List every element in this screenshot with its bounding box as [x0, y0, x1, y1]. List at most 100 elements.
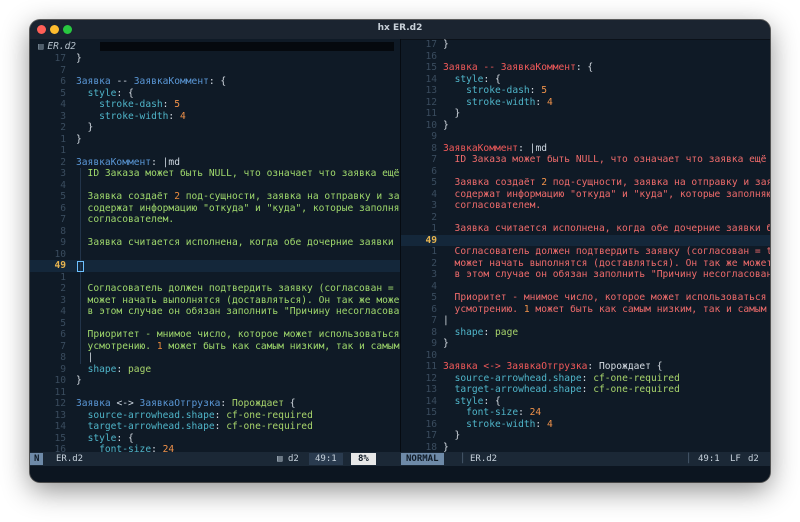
line-number: 11: [425, 108, 437, 119]
code-line[interactable]: 6 усмотрению. 1 может быть как самым низ…: [401, 304, 770, 316]
code-line[interactable]: 6 содержат информацию "откуда" и "куда",…: [30, 202, 400, 214]
code-line[interactable]: 15 style: {: [30, 433, 400, 445]
code-line[interactable]: 1}: [30, 134, 400, 146]
code-line[interactable]: 9 shape: page: [30, 364, 400, 376]
code-line[interactable]: 15 Заявка -- ЗаявкаКоммент: {: [401, 62, 770, 74]
code-line[interactable]: 10: [30, 248, 400, 260]
right-editor-pane[interactable]: 17} 16 15 Заявка -- ЗаявкаКоммент: {14 styl…: [401, 39, 770, 452]
buffer-tab-er-d2[interactable]: ▤ ER.d2: [38, 41, 76, 52]
right-code-view[interactable]: 17} 16 15 Заявка -- ЗаявкаКоммент: {14 styl…: [401, 39, 770, 452]
code-line[interactable]: 1: [30, 145, 400, 157]
line-number: 3: [60, 110, 66, 122]
code-line[interactable]: 9}: [401, 338, 770, 350]
status-position-left: 49:1: [309, 453, 343, 465]
code-line[interactable]: 14 style: {: [401, 396, 770, 408]
line-text: style: {: [87, 432, 134, 444]
line-number: 18: [425, 441, 437, 453]
file-icon: ▤: [38, 42, 44, 52]
code-line[interactable]: 13 target-arrowhead.shape: cf-one-requir…: [401, 384, 770, 396]
mode-indicator-left: N: [30, 453, 44, 465]
line-number: 4: [431, 188, 437, 200]
code-line[interactable]: 14 style: {: [401, 74, 770, 86]
line-number: 13: [425, 384, 437, 395]
code-line[interactable]: 5 Заявка создаёт 2 под-сущности, заявка …: [401, 177, 770, 189]
code-line[interactable]: 5 Заявка создаёт 2 под-сущности, заявка …: [30, 191, 400, 203]
code-line[interactable]: 2 ЗаявкаКоммент: |md: [30, 157, 400, 169]
code-line[interactable]: 6 Заявка -- ЗаявкаКоммент: {: [30, 76, 400, 88]
mode-indicator-right: NORMAL: [401, 453, 444, 465]
code-line[interactable]: 8: [30, 225, 400, 237]
code-line[interactable]: 9: [401, 131, 770, 143]
code-line[interactable]: 11 }: [401, 108, 770, 120]
code-line[interactable]: 12 Заявка <-> ЗаявкаОтгрузка: Порождает {: [30, 398, 400, 410]
code-line[interactable]: 3 согласователем.: [401, 200, 770, 212]
line-number: 1: [60, 133, 66, 145]
code-line[interactable]: 17}: [401, 39, 770, 51]
code-line[interactable]: 4 в этом случае он обязан заполнить "При…: [30, 306, 400, 318]
code-line[interactable]: 15 font-size: 24: [401, 407, 770, 419]
code-line[interactable]: 8 shape: page: [401, 327, 770, 339]
code-line[interactable]: 6 Приоритет - мнимое число, которое може…: [30, 329, 400, 341]
code-line[interactable]: 13 source-arrowhead.shape: cf-one-requir…: [30, 410, 400, 422]
line-number: 17: [425, 430, 437, 441]
line-text: Приоритет - мнимое число, которое может …: [76, 329, 400, 340]
code-line[interactable]: 3 ID Заказа может быть NULL, что означае…: [30, 168, 400, 180]
code-line[interactable]: 5 Приоритет - мнимое число, которое може…: [401, 292, 770, 304]
code-line[interactable]: 12 source-arrowhead.shape: cf-one-requir…: [401, 373, 770, 385]
code-line[interactable]: 9 Заявка считается исполнена, когда обе …: [30, 237, 400, 249]
code-line[interactable]: 49: [401, 234, 770, 246]
code-line[interactable]: 49: [30, 260, 400, 272]
status-lang-right: d2: [748, 454, 759, 464]
code-line[interactable]: 4 stroke-dash: 5: [30, 99, 400, 111]
code-line[interactable]: 17 }: [401, 430, 770, 442]
code-line[interactable]: 7 согласователем.: [30, 214, 400, 226]
bufferline: ▤ ER.d2: [30, 39, 400, 53]
code-line[interactable]: 2 Согласователь должен подтвердить заявк…: [30, 283, 400, 295]
code-line[interactable]: 2: [401, 212, 770, 224]
left-editor-pane[interactable]: ▤ ER.d2 17} 7 6 Заявка -- ЗаявкаКоммент: {5 …: [30, 39, 400, 452]
code-line[interactable]: 3 stroke-width: 4: [30, 111, 400, 123]
code-line[interactable]: 16: [401, 51, 770, 63]
code-line[interactable]: 1 Заявка считается исполнена, когда обе …: [401, 223, 770, 235]
code-line[interactable]: 1 Согласователь должен подтвердить заявк…: [401, 246, 770, 258]
line-number: 10: [425, 119, 437, 131]
code-line[interactable]: 2 может начать выполнятся (доставляться)…: [401, 258, 770, 270]
code-line[interactable]: 5 style: {: [30, 88, 400, 100]
code-line[interactable]: 17}: [30, 53, 400, 65]
code-line[interactable]: 13 stroke-dash: 5: [401, 85, 770, 97]
code-line[interactable]: 10}: [401, 120, 770, 132]
code-line[interactable]: 18}: [401, 442, 770, 453]
code-line[interactable]: 11: [30, 387, 400, 399]
code-line[interactable]: 3 в этом случае он обязан заполнить "При…: [401, 269, 770, 281]
code-line[interactable]: 8 ЗаявкаКоммент: |md: [401, 143, 770, 155]
code-line[interactable]: 14 target-arrowhead.shape: cf-one-requir…: [30, 421, 400, 433]
code-line[interactable]: 5: [30, 317, 400, 329]
code-line[interactable]: 2 }: [30, 122, 400, 134]
code-line[interactable]: 12 stroke-width: 4: [401, 97, 770, 109]
code-line[interactable]: 10}: [30, 375, 400, 387]
line-number: 1: [60, 271, 66, 283]
code-line[interactable]: 16 stroke-width: 4: [401, 419, 770, 431]
command-line[interactable]: [30, 466, 770, 482]
code-line[interactable]: 4 содержат информацию "откуда" и "куда",…: [401, 189, 770, 201]
code-line[interactable]: 8 |: [30, 352, 400, 364]
code-line[interactable]: 4: [30, 179, 400, 191]
code-line[interactable]: 10: [401, 350, 770, 362]
code-line[interactable]: 16 font-size: 24: [30, 444, 400, 452]
line-number: 3: [60, 168, 66, 179]
code-line[interactable]: 7: [30, 65, 400, 77]
code-line[interactable]: 11 Заявка <-> ЗаявкаОтгрузка: Порождает {: [401, 361, 770, 373]
code-line[interactable]: 3 может начать выполнятся (доставляться)…: [30, 294, 400, 306]
code-line[interactable]: 7 |: [401, 315, 770, 327]
line-text: stroke-width: 4: [466, 418, 553, 430]
code-line[interactable]: 7 ID Заказа может быть NULL, что означае…: [401, 154, 770, 166]
code-line[interactable]: 1: [30, 271, 400, 283]
left-code-view[interactable]: 17} 7 6 Заявка -- ЗаявкаКоммент: {5 style: …: [30, 53, 400, 452]
indent-guide: [80, 179, 81, 191]
code-line[interactable]: 4: [401, 281, 770, 293]
line-number: 15: [54, 432, 66, 444]
line-text: font-size: 24: [99, 444, 175, 452]
code-line[interactable]: 6: [401, 166, 770, 178]
line-text: }: [76, 53, 82, 64]
code-line[interactable]: 7 усмотрению. 1 может быть как самым низ…: [30, 340, 400, 352]
